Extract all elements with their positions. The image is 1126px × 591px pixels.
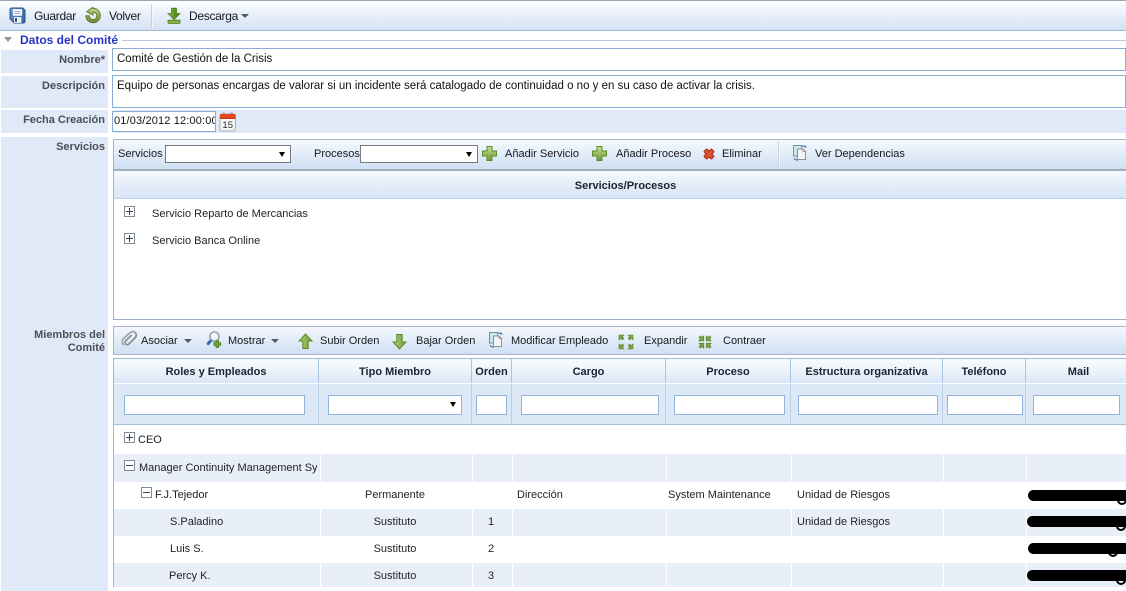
- svg-text:15: 15: [222, 120, 233, 131]
